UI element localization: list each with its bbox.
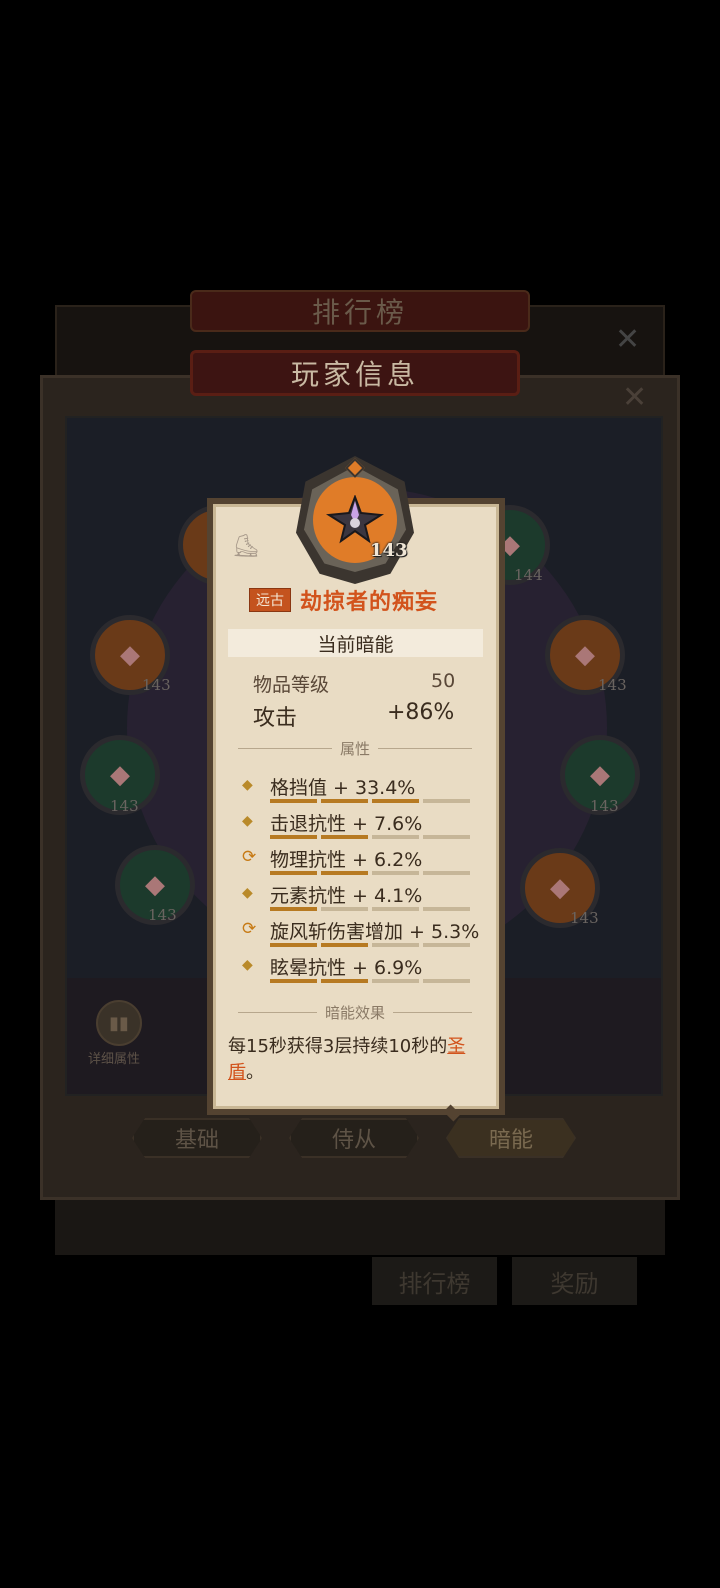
slot-level: 143: [590, 797, 619, 815]
quality-segment: [270, 907, 317, 911]
rewards-button[interactable]: 奖励: [512, 1257, 637, 1305]
attribute-text: 元素抗性 + 4.1%: [270, 885, 423, 907]
tab-dark-energy[interactable]: 暗能: [446, 1118, 576, 1158]
diamond-icon: ◆: [242, 957, 253, 973]
attribute-row: ◆ 格挡值 + 33.4%: [240, 773, 490, 807]
attribute-text: 击退抗性 + 7.6%: [270, 813, 423, 835]
quality-segment: [321, 835, 368, 839]
quality-segment: [372, 799, 419, 803]
effect-divider: 暗能效果: [230, 1002, 480, 1022]
shield-icon: ◆: [550, 873, 570, 903]
slot-level: 143: [110, 797, 139, 815]
player-info-title-bar: 玩家信息: [190, 350, 520, 396]
player-info-close-icon[interactable]: ✕: [622, 380, 647, 415]
current-dark-energy-header: 当前暗能: [228, 629, 483, 657]
details-label: 详细属性: [88, 1052, 141, 1067]
effect-description: 每15秒获得3层持续10秒的圣盾。: [228, 1034, 490, 1086]
ranking-title-bar: 排行榜: [190, 290, 530, 332]
attribute-text: 格挡值 + 33.4%: [270, 777, 416, 799]
quality-segment: [372, 979, 419, 983]
slot-level: 144: [514, 566, 543, 584]
quality-segment: [270, 835, 317, 839]
quality-segment: [270, 979, 317, 983]
attribute-quality-bar: [270, 871, 470, 875]
quality-segment: [321, 907, 368, 911]
tab-basic[interactable]: 基础: [132, 1118, 262, 1158]
bottom-bar: [55, 1200, 665, 1255]
quality-segment: [372, 835, 419, 839]
diamond-icon: ◆: [242, 813, 253, 829]
effect-header: 暗能效果: [325, 1003, 386, 1022]
item-level-value: 50: [431, 670, 456, 692]
attribute-text: 眩晕抗性 + 6.9%: [270, 957, 423, 979]
attribute-quality-bar: [270, 907, 470, 911]
rarity-tag: 远古: [249, 588, 291, 612]
details-button[interactable]: ▮▮: [96, 1000, 142, 1046]
attribute-text: 旋风斩伤害增加 + 5.3%: [270, 921, 480, 943]
quality-segment: [423, 835, 470, 839]
reroll-icon[interactable]: ⟳: [242, 847, 256, 867]
attribute-row: ◆ 元素抗性 + 4.1%: [240, 881, 490, 915]
attribute-row: ⟳ 旋风斩伤害增加 + 5.3%: [240, 917, 490, 951]
attribute-row: ◆ 眩晕抗性 + 6.9%: [240, 953, 490, 987]
attack-value: +86%: [387, 700, 455, 725]
attribute-quality-bar: [270, 943, 470, 947]
ranking-close-icon[interactable]: ✕: [615, 322, 640, 357]
item-level-label: 物品等级: [253, 674, 330, 696]
gloves-icon: ◆: [575, 640, 595, 670]
ranking-button-label: 排行榜: [398, 1269, 471, 1298]
chest-armor-icon: ◆: [120, 640, 140, 670]
tab-basic-label: 基础: [174, 1128, 219, 1153]
effect-text: 每15秒获得3层持续10秒的: [228, 1036, 448, 1057]
quality-segment: [321, 943, 368, 947]
rewards-button-label: 奖励: [550, 1269, 599, 1298]
pants-icon: ◆: [145, 870, 165, 900]
attribute-quality-bar: [270, 979, 470, 983]
attributes-header: 属性: [340, 739, 371, 758]
slot-level: 143: [142, 676, 171, 694]
item-name: 劫掠者的痴妄: [300, 589, 439, 615]
quality-segment: [321, 871, 368, 875]
effect-suffix: 。: [246, 1062, 264, 1083]
item-level-badge: 143: [370, 540, 408, 561]
quality-segment: [372, 943, 419, 947]
quality-segment: [321, 799, 368, 803]
diamond-icon: ◆: [242, 777, 253, 793]
quality-segment: [423, 871, 470, 875]
attribute-row: ◆ 击退抗性 + 7.6%: [240, 809, 490, 843]
ranking-button[interactable]: 排行榜: [372, 1257, 497, 1305]
quality-segment: [270, 943, 317, 947]
quality-segment: [423, 979, 470, 983]
attribute-row: ⟳ 物理抗性 + 6.2%: [240, 845, 490, 879]
quality-segment: [270, 871, 317, 875]
tab-dark-energy-label: 暗能: [488, 1128, 533, 1153]
tab-follower-label: 侍从: [331, 1128, 376, 1153]
quality-segment: [423, 799, 470, 803]
spiked-shield-icon: [325, 495, 385, 544]
attributes-divider: 属性: [230, 738, 480, 758]
quality-segment: [423, 943, 470, 947]
quality-segment: [372, 907, 419, 911]
slot-level: 143: [148, 906, 177, 924]
reroll-icon[interactable]: ⟳: [242, 919, 256, 939]
quality-segment: [270, 799, 317, 803]
ring-icon: ◆: [590, 760, 610, 790]
ranking-title: 排行榜: [311, 296, 408, 329]
attribute-quality-bar: [270, 799, 470, 803]
tab-follower[interactable]: 侍从: [289, 1118, 419, 1158]
belt-icon: ◆: [110, 760, 130, 790]
diamond-icon: ◆: [242, 885, 253, 901]
boots-icon: ⛸: [232, 534, 260, 559]
slot-level: 143: [598, 676, 627, 694]
current-dark-energy-label: 当前暗能: [317, 633, 394, 656]
quality-segment: [321, 979, 368, 983]
player-info-title: 玩家信息: [290, 358, 419, 391]
quality-segment: [423, 907, 470, 911]
bars-icon: ▮▮: [109, 1012, 129, 1034]
quality-segment: [372, 871, 419, 875]
slot-level: 143: [570, 909, 599, 927]
attribute-quality-bar: [270, 835, 470, 839]
attack-label: 攻击: [253, 706, 298, 731]
attribute-text: 物理抗性 + 6.2%: [270, 849, 423, 871]
